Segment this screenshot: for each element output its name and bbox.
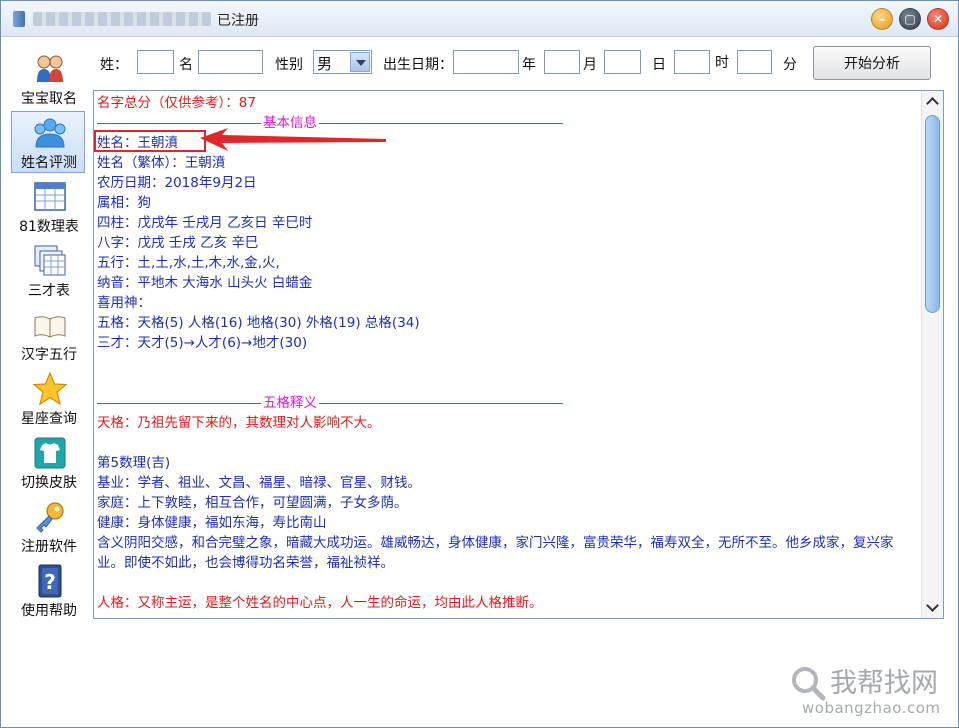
hour-label: 时 (715, 55, 729, 71)
gender-selected-value: 男 (317, 55, 333, 73)
surname-input[interactable] (137, 50, 174, 74)
result-tiange: 天格：乃祖先留下来的，其数理对人影响不大。 (97, 415, 381, 431)
close-button[interactable]: ✕ (927, 8, 949, 30)
key-icon (36, 502, 64, 533)
start-analysis-button[interactable]: 开始分析 (813, 46, 931, 80)
result-sancai: 三才：天才(5)→人才(6)→地才(30) (97, 335, 308, 351)
sidebar: 宝宝取名 姓名评测 81数理表 三才表 汉字五行 星座查询 切换皮肤 注册软件 … (5, 41, 89, 631)
birth-minute-input[interactable] (737, 50, 772, 74)
result-xiyongshen: 喜用神： (97, 295, 151, 311)
section-title-wuge: 五格释义 (261, 393, 319, 413)
result-textarea[interactable]: 名字总分（仅供参考）：87 基本信息 姓名：王朝濆 姓名（繁体）：王朝濆 农历日… (93, 90, 944, 619)
result-content: 名字总分（仅供参考）：87 基本信息 姓名：王朝濆 姓名（繁体）：王朝濆 农历日… (97, 93, 919, 613)
result-bazi: 八字：戊戌 壬戌 乙亥 辛巳 (97, 235, 259, 251)
result-lunar-date: 农历日期：2018年9月2日 (97, 175, 257, 191)
sidebar-item-register[interactable]: 注册软件 (11, 495, 85, 557)
sidebar-item-sancai-table[interactable]: 三才表 (11, 239, 85, 301)
sidebar-item-label: 81数理表 (19, 219, 79, 235)
maximize-icon: ▢ (904, 12, 916, 26)
window-title: 已注册 (217, 13, 259, 29)
result-nayin: 纳音：平地木 大海水 山头火 白蜡金 (97, 275, 313, 291)
arrow-left-icon (200, 128, 386, 151)
gender-label: 性别 (275, 57, 303, 73)
table-icon (34, 182, 66, 211)
scroll-down-icon[interactable] (924, 598, 942, 616)
gender-select[interactable]: 男 (313, 50, 372, 74)
sidebar-item-label: 使用帮助 (21, 603, 77, 619)
watermark-url: wobangzhao.com (802, 699, 941, 717)
result-wuxing: 五行：土,土,水,土,木,水,金,火, (97, 255, 280, 271)
highlight-box (94, 130, 206, 152)
given-name-label: 名 (179, 57, 193, 73)
result-traditional-name: 姓名（繁体）：王朝濆 (97, 155, 226, 171)
sidebar-item-label: 姓名评测 (21, 155, 77, 171)
divider-line (97, 123, 563, 124)
app-icon (13, 11, 25, 27)
result-sizhu: 四柱：戊戌年 壬戌月 乙亥日 辛巳时 (97, 215, 313, 231)
result-number-5: 第5数理(吉) (97, 455, 171, 471)
result-meaning: 含义阴阳交感，和合完璧之象，暗藏大成功运。雄威畅达，身体健康，家门兴隆，富贵荣华… (97, 535, 894, 571)
result-jiating: 家庭：上下敦睦，相互合作，可望圆满，子女多荫。 (97, 495, 408, 511)
watermark-name: 我帮找网 (830, 668, 938, 699)
close-icon: ✕ (932, 12, 944, 26)
input-form: 姓： 名 性别 男 出生日期： 年 月 日 时 分 开始分析 (93, 45, 953, 83)
result-jiye: 基业：学者、祖业、文昌、福星、暗禄、官星、财钱。 (97, 475, 421, 491)
watermark: 我帮找网 wobangzhao.com (790, 661, 950, 721)
users-group-icon (34, 118, 66, 148)
minimize-icon: – (879, 12, 885, 26)
title-bar[interactable]: 已注册 – ▢ ✕ (1, 1, 958, 37)
divider-line (97, 403, 563, 404)
sidebar-item-label: 宝宝取名 (21, 91, 77, 107)
sidebar-item-label: 三才表 (28, 283, 70, 299)
result-renge: 人格：又称主运，是整个姓名的中心点，人一生的命运，均由此人格推断。 (97, 595, 543, 611)
sidebar-item-switch-skin[interactable]: 切换皮肤 (11, 431, 85, 493)
app-name-blurred (33, 12, 211, 26)
birth-month-input[interactable] (544, 50, 580, 74)
given-name-input[interactable] (198, 50, 263, 74)
scrollbar-thumb[interactable] (925, 115, 940, 313)
scroll-up-icon[interactable] (924, 93, 942, 111)
result-wuge: 五格：天格(5) 人格(16) 地格(30) 外格(19) 总格(34) (97, 315, 420, 331)
year-label: 年 (522, 57, 536, 73)
result-jiankang: 健康：身体健康，福如东海，寿比南山 (97, 515, 327, 531)
book-icon (34, 316, 66, 338)
result-zodiac: 属相：狗 (97, 195, 151, 211)
sidebar-item-hanzi-wuxing[interactable]: 汉字五行 (11, 303, 85, 365)
minute-label: 分 (783, 57, 797, 73)
magnifier-icon (792, 667, 826, 701)
sidebar-item-baby-naming[interactable]: 宝宝取名 (11, 47, 85, 109)
birth-day-input[interactable] (604, 50, 641, 74)
sidebar-item-help[interactable]: ? 使用帮助 (11, 559, 85, 621)
sidebar-item-label: 注册软件 (21, 539, 77, 555)
minimize-button[interactable]: – (871, 8, 893, 30)
sidebar-item-constellation[interactable]: 星座查询 (11, 367, 85, 429)
birth-year-input[interactable] (453, 50, 519, 74)
birth-hour-input[interactable] (674, 50, 710, 74)
users-icon (37, 55, 63, 82)
birth-date-label: 出生日期： (383, 57, 453, 73)
sidebar-item-label: 星座查询 (21, 411, 77, 427)
maximize-button[interactable]: ▢ (899, 8, 921, 30)
svg-text:?: ? (44, 570, 56, 594)
section-divider-wuge: 五格释义 (97, 393, 919, 413)
sidebar-item-name-test[interactable]: 姓名评测 (11, 111, 85, 173)
help-book-icon: ? (38, 564, 62, 598)
vertical-scrollbar[interactable] (921, 91, 943, 618)
day-label: 日 (652, 57, 666, 73)
shirt-icon (34, 437, 66, 469)
table-stack-icon (34, 245, 66, 276)
month-label: 月 (583, 57, 597, 73)
app-window: 已注册 – ▢ ✕ 宝宝取名 姓名评测 81数理表 三才表 汉字五行 星座查询 … (0, 0, 959, 728)
sidebar-item-label: 汉字五行 (21, 347, 77, 363)
sidebar-item-label: 切换皮肤 (21, 475, 77, 491)
total-score: 名字总分（仅供参考）：87 (97, 95, 256, 111)
surname-label: 姓： (100, 57, 128, 73)
sidebar-item-81-table[interactable]: 81数理表 (11, 175, 85, 237)
chevron-down-icon[interactable] (350, 52, 370, 72)
star-icon (33, 372, 67, 406)
